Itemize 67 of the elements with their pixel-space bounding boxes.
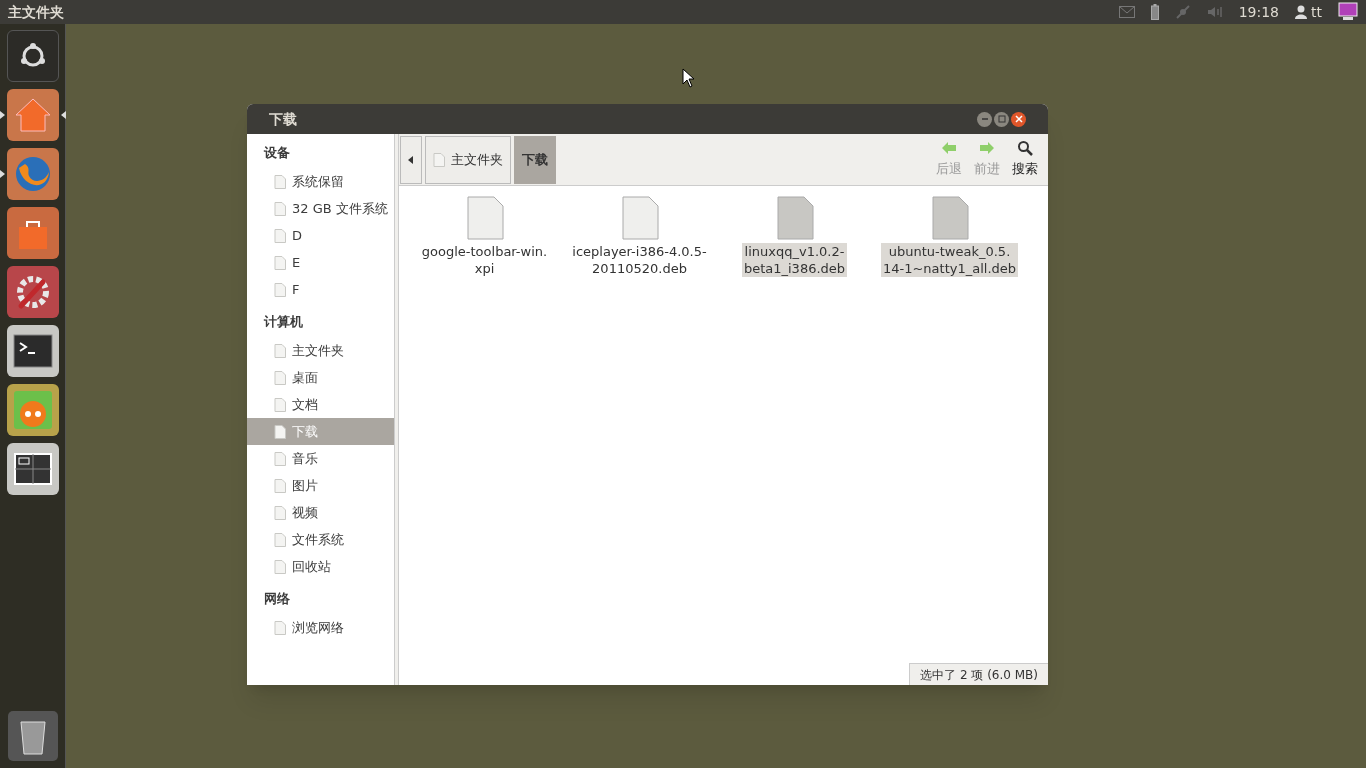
document-icon	[274, 620, 286, 635]
document-icon	[274, 424, 286, 439]
launcher-item[interactable]	[0, 89, 66, 141]
document-icon	[274, 559, 286, 574]
document-icon	[274, 201, 286, 216]
clock[interactable]: 19:18	[1238, 1, 1279, 23]
nav-button[interactable]: 搜索	[1010, 140, 1040, 179]
sidebar-item[interactable]: 回收站	[247, 553, 394, 580]
sidebar-item[interactable]: 桌面	[247, 364, 394, 391]
sidebar-heading: 计算机	[263, 313, 304, 331]
minimize-button[interactable]	[977, 111, 992, 127]
window-title: 下载	[269, 109, 297, 129]
document-icon	[274, 255, 286, 270]
user-name[interactable]: tt	[1311, 1, 1322, 23]
sidebar-item[interactable]: 文档	[247, 391, 394, 418]
document-icon	[274, 282, 286, 297]
file-item[interactable]: linuxqq_v1.0.2- beta1_i386.deb	[717, 196, 872, 277]
close-button[interactable]	[1011, 111, 1026, 127]
sidebar-heading: 网络	[263, 590, 291, 608]
mouse-pointer-icon	[682, 68, 694, 88]
path-button[interactable]: 主文件夹	[425, 135, 511, 184]
document-icon	[274, 451, 286, 466]
cartoon-mascot-icon	[13, 390, 53, 430]
file-item[interactable]: iceplayer-i386-4.0.5- 20110520.deb	[562, 196, 717, 277]
user-icon[interactable]	[1295, 5, 1307, 19]
sidebar-item[interactable]: 文件系统	[247, 526, 394, 553]
file-icon	[930, 196, 969, 240]
app-title: 主文件夹	[8, 2, 64, 22]
file-item[interactable]: google-toolbar-win. xpi	[407, 196, 562, 277]
document-icon	[274, 370, 286, 385]
sidebar-item[interactable]: 视频	[247, 499, 394, 526]
envelope-icon[interactable]	[1118, 6, 1135, 18]
battery-icon[interactable]	[1150, 4, 1159, 20]
path-button[interactable]: 下载	[514, 135, 556, 184]
document-icon	[274, 478, 286, 493]
terminal-icon	[13, 333, 53, 369]
sidebar-item[interactable]: 32 GB 文件系统	[247, 195, 394, 222]
document-icon	[274, 228, 286, 243]
sidebar-item[interactable]: E	[247, 249, 394, 276]
document-icon	[274, 343, 286, 358]
document-icon	[274, 505, 286, 520]
arrow-right-icon	[979, 140, 995, 157]
sidebar-item[interactable]: F	[247, 276, 394, 303]
caret-left-icon	[407, 155, 415, 164]
monitor-icon[interactable]	[1338, 2, 1358, 22]
search-icon	[1017, 140, 1033, 157]
maximize-icon	[997, 115, 1006, 123]
sidebar-item[interactable]: 系统保留	[247, 168, 394, 195]
document-icon	[274, 397, 286, 412]
minimize-icon	[980, 115, 989, 123]
document-icon	[433, 152, 445, 167]
sidebar-item[interactable]: 主文件夹	[247, 337, 394, 364]
document-icon	[274, 174, 286, 189]
workspaces-icon	[13, 451, 53, 487]
trash-icon[interactable]	[6, 710, 59, 762]
file-item[interactable]: ubuntu-tweak_0.5. 14-1~natty1_all.deb	[872, 196, 1027, 277]
file-icon	[620, 196, 659, 240]
sidebar-item[interactable]: D	[247, 222, 394, 249]
sidebar-item[interactable]: 图片	[247, 472, 394, 499]
sidebar-item[interactable]: 浏览网络	[247, 614, 394, 641]
document-icon	[274, 532, 286, 547]
file-icon	[775, 196, 814, 240]
status-bar: 选中了 2 项 (6.0 MB)	[909, 663, 1048, 685]
sidebar-heading: 设备	[263, 144, 291, 162]
file-icon	[465, 196, 504, 240]
sidebar-item[interactable]: 音乐	[247, 445, 394, 472]
close-icon	[1014, 115, 1023, 123]
